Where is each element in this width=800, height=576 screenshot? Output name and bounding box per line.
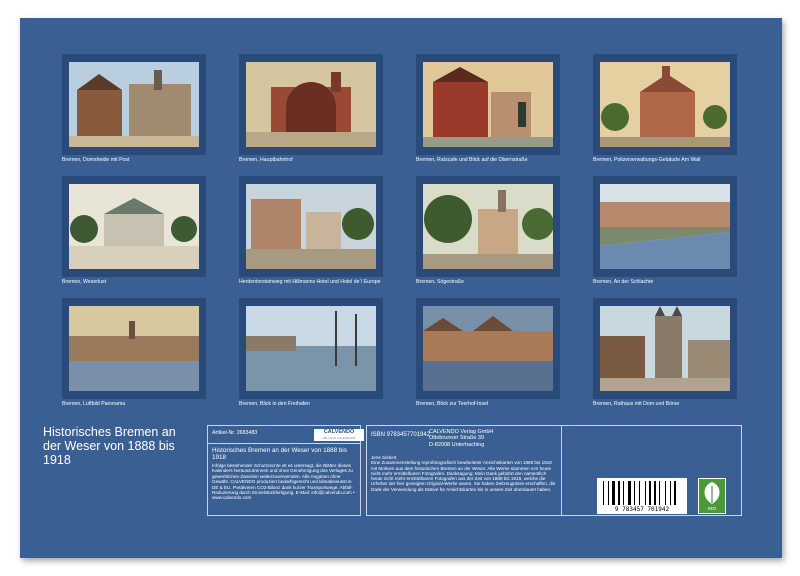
- photo-rathaus: [600, 306, 730, 391]
- photo-hauptbahnhof: [246, 62, 376, 147]
- article-number: Artikel-Nr. 2683483: [212, 430, 258, 436]
- barcode-bar: [659, 481, 660, 505]
- photo-ratscafe: [423, 62, 553, 147]
- photo-weserlust: [69, 184, 199, 269]
- photo-herdentor: [246, 184, 376, 269]
- barcode-bar: [670, 481, 671, 505]
- calendar-title: Historisches Bremen an der Weser von 188…: [43, 425, 176, 467]
- photo-freihafen: [246, 306, 376, 391]
- barcode-bar: [618, 481, 620, 505]
- caption-2: Bremen, Hauptbahnhof: [239, 157, 293, 163]
- photo-tile-12: [593, 298, 737, 399]
- photo-tile-9: [62, 298, 206, 399]
- caption-12: Bremen, Rathaus mit Dom und Börse: [593, 401, 680, 407]
- description-block: Jens Siebert Eine Zusammenstellung repro…: [371, 455, 557, 492]
- barcode-bar: [603, 481, 604, 505]
- photo-tile-7: [416, 176, 560, 277]
- barcode-bar: [628, 481, 631, 505]
- eco-badge: eco: [698, 478, 726, 514]
- photo-soegestrasse: [423, 184, 553, 269]
- description: Eine Zusammenstellung reprofotografisch …: [371, 460, 556, 492]
- barcode-bar: [612, 481, 615, 505]
- photo-schlachte: [600, 184, 730, 269]
- barcode-bar: [649, 481, 651, 505]
- publisher-block: CALVENDO Verlag GmbH Ottobrunner Straße …: [429, 429, 493, 448]
- logo-text: CALVENDO: [323, 429, 355, 435]
- photo-tile-2: [239, 54, 383, 155]
- barcode-bar: [654, 481, 656, 505]
- photo-tile-8: [593, 176, 737, 277]
- isbn: ISBN 9783457701942: [371, 432, 431, 438]
- photo-tile-4: [593, 54, 737, 155]
- caption-11: Bremen, Blick zur Teerhof-Insel: [416, 401, 488, 407]
- photo-polizei: [600, 62, 730, 147]
- barcode-bar: [665, 481, 666, 505]
- photo-tile-5: [62, 176, 206, 277]
- barcode-bar: [634, 481, 635, 505]
- barcode-bar: [623, 481, 624, 505]
- photo-tile-10: [239, 298, 383, 399]
- caption-8: Bremen, An der Schlachte: [593, 279, 654, 285]
- divider: [208, 443, 360, 444]
- caption-7: Bremen, Sögestraße: [416, 279, 464, 285]
- caption-6: Herdentorsteinweg mit Hillmanns Hotel un…: [239, 279, 381, 285]
- caption-10: Bremen, Blick in den Freihafen: [239, 401, 310, 407]
- photo-tile-3: [416, 54, 560, 155]
- caption-3: Bremen, Ratscafe und Blick auf die Obern…: [416, 157, 528, 163]
- barcode-number: 9 783457 701942: [614, 506, 670, 513]
- photo-teerhof: [423, 306, 553, 391]
- info-box-left: Artikel-Nr. 2683483 CALVENDO WE LOVE CALE…: [207, 425, 364, 516]
- logo-subtext: WE LOVE CALENDARS: [322, 436, 356, 440]
- eco-label: eco: [707, 506, 717, 512]
- photo-tile-6: [239, 176, 383, 277]
- publisher-street: Ottobrunner Straße 39: [429, 435, 485, 442]
- caption-9: Bremen, Luftbild Panorama: [62, 401, 126, 407]
- photo-tile-1: [62, 54, 206, 155]
- barcode-bar: [639, 481, 640, 505]
- barcode-bar: [608, 481, 609, 505]
- barcode-bar: [645, 481, 646, 505]
- photo-domsheide: [69, 62, 199, 147]
- barcode-bar: [674, 481, 676, 505]
- caption-4: Bremen, Polizeiverwaltungs-Gebäude Am Wa…: [593, 157, 701, 163]
- calvendo-logo: CALVENDO WE LOVE CALENDARS: [314, 429, 364, 441]
- legal-text: Infolge bestehender Schutzrechte ist es …: [212, 463, 355, 501]
- publisher-city: D-82008 Unterhaching: [429, 441, 485, 448]
- isbn-barcode: 9 783457 701942: [597, 478, 687, 514]
- photo-tile-11: [416, 298, 560, 399]
- vertical-divider: [561, 426, 562, 515]
- photo-luftbild: [69, 306, 199, 391]
- caption-1: Bremen, Domsheide mit Post: [62, 157, 130, 163]
- subtitle: Historisches Bremen an der Weser von 188…: [212, 447, 347, 461]
- caption-5: Bremen, Weserlust: [62, 279, 107, 285]
